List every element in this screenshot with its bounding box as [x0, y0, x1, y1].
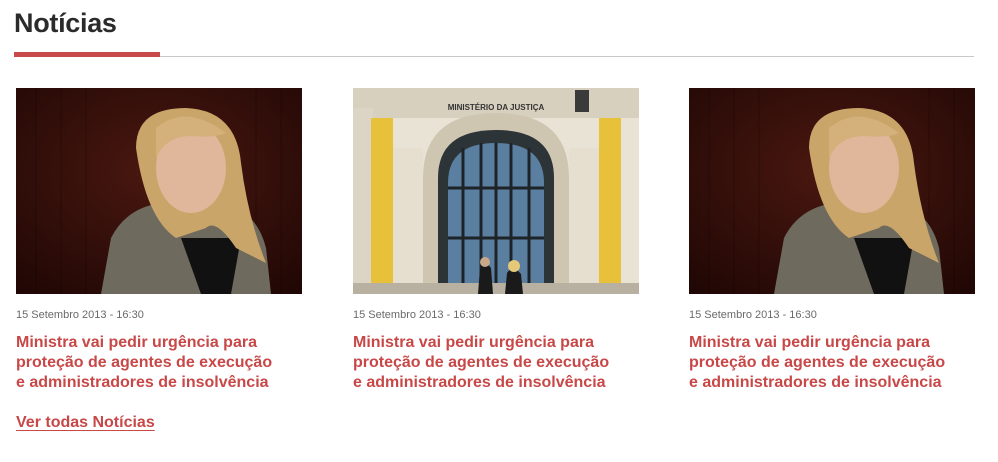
news-date: 15 Setembro 2013 - 16:30 [16, 309, 144, 321]
news-card: MINISTÉRIO DA JUSTIÇA 15 Setembro 2013 -… [353, 88, 639, 393]
news-image-ministry-facade[interactable]: MINISTÉRIO DA JUSTIÇA [353, 88, 639, 294]
title-accent-bar [14, 52, 160, 57]
news-section-title: Notícias [14, 8, 117, 38]
news-headline-link[interactable]: Ministra vai pedir urgência para proteçã… [689, 333, 989, 393]
facade-sign-text: MINISTÉRIO DA JUSTIÇA [448, 103, 545, 112]
news-headline-link[interactable]: Ministra vai pedir urgência para proteçã… [353, 333, 653, 393]
news-date: 15 Setembro 2013 - 16:30 [353, 309, 481, 321]
news-card: 15 Setembro 2013 - 16:30 Ministra vai pe… [16, 88, 302, 393]
news-card: 15 Setembro 2013 - 16:30 Ministra vai pe… [689, 88, 975, 393]
news-date: 15 Setembro 2013 - 16:30 [689, 309, 817, 321]
news-image-minister[interactable] [689, 88, 975, 294]
see-all-news-link[interactable]: Ver todas Notícias [16, 414, 155, 432]
news-image-minister[interactable] [16, 88, 302, 294]
news-headline-link[interactable]: Ministra vai pedir urgência para proteçã… [16, 333, 316, 393]
